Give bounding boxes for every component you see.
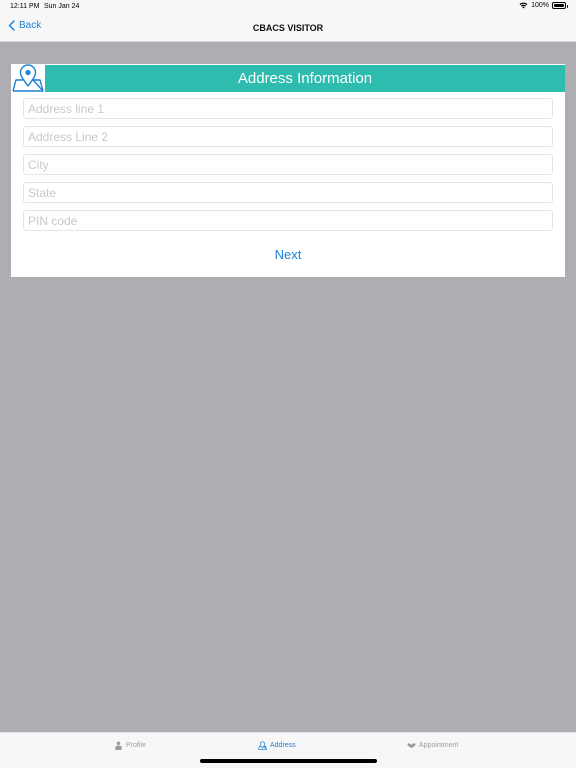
status-bar: 12:11 PM Sun Jan 24 100% (0, 0, 576, 14)
tab-appointment-label: Appointment (419, 742, 459, 749)
home-indicator (200, 759, 377, 763)
status-date: Sun Jan 24 (44, 3, 80, 10)
tab-appointment[interactable]: Appointment (407, 741, 458, 750)
card-header: Address Information (11, 64, 565, 92)
battery-percent: 100% (531, 2, 549, 9)
next-button[interactable]: Next (11, 247, 565, 262)
address-line-2-input[interactable] (23, 126, 553, 147)
address-line-1-input[interactable] (23, 98, 553, 119)
battery-icon (552, 2, 568, 9)
address-card: Address Information Next (11, 64, 565, 277)
tab-profile[interactable]: Profile (114, 741, 146, 750)
card-title: Address Information (237, 70, 373, 87)
status-time: 12:11 PM (10, 3, 40, 10)
wifi-icon (519, 2, 528, 9)
state-input[interactable] (23, 182, 553, 203)
person-icon (115, 741, 122, 750)
handshake-icon (407, 743, 416, 748)
pin-code-input[interactable] (23, 210, 553, 231)
tab-address-label: Address (270, 742, 296, 749)
navigation-bar: Back CBACS VISITOR (0, 14, 576, 42)
city-input[interactable] (23, 154, 553, 175)
tab-profile-label: Profile (126, 742, 146, 749)
location-icon (11, 64, 45, 92)
tab-address[interactable]: Address (258, 741, 296, 750)
page-title: CBACS VISITOR (252, 23, 324, 33)
status-right: 100% (519, 2, 568, 9)
location-icon (258, 741, 267, 750)
